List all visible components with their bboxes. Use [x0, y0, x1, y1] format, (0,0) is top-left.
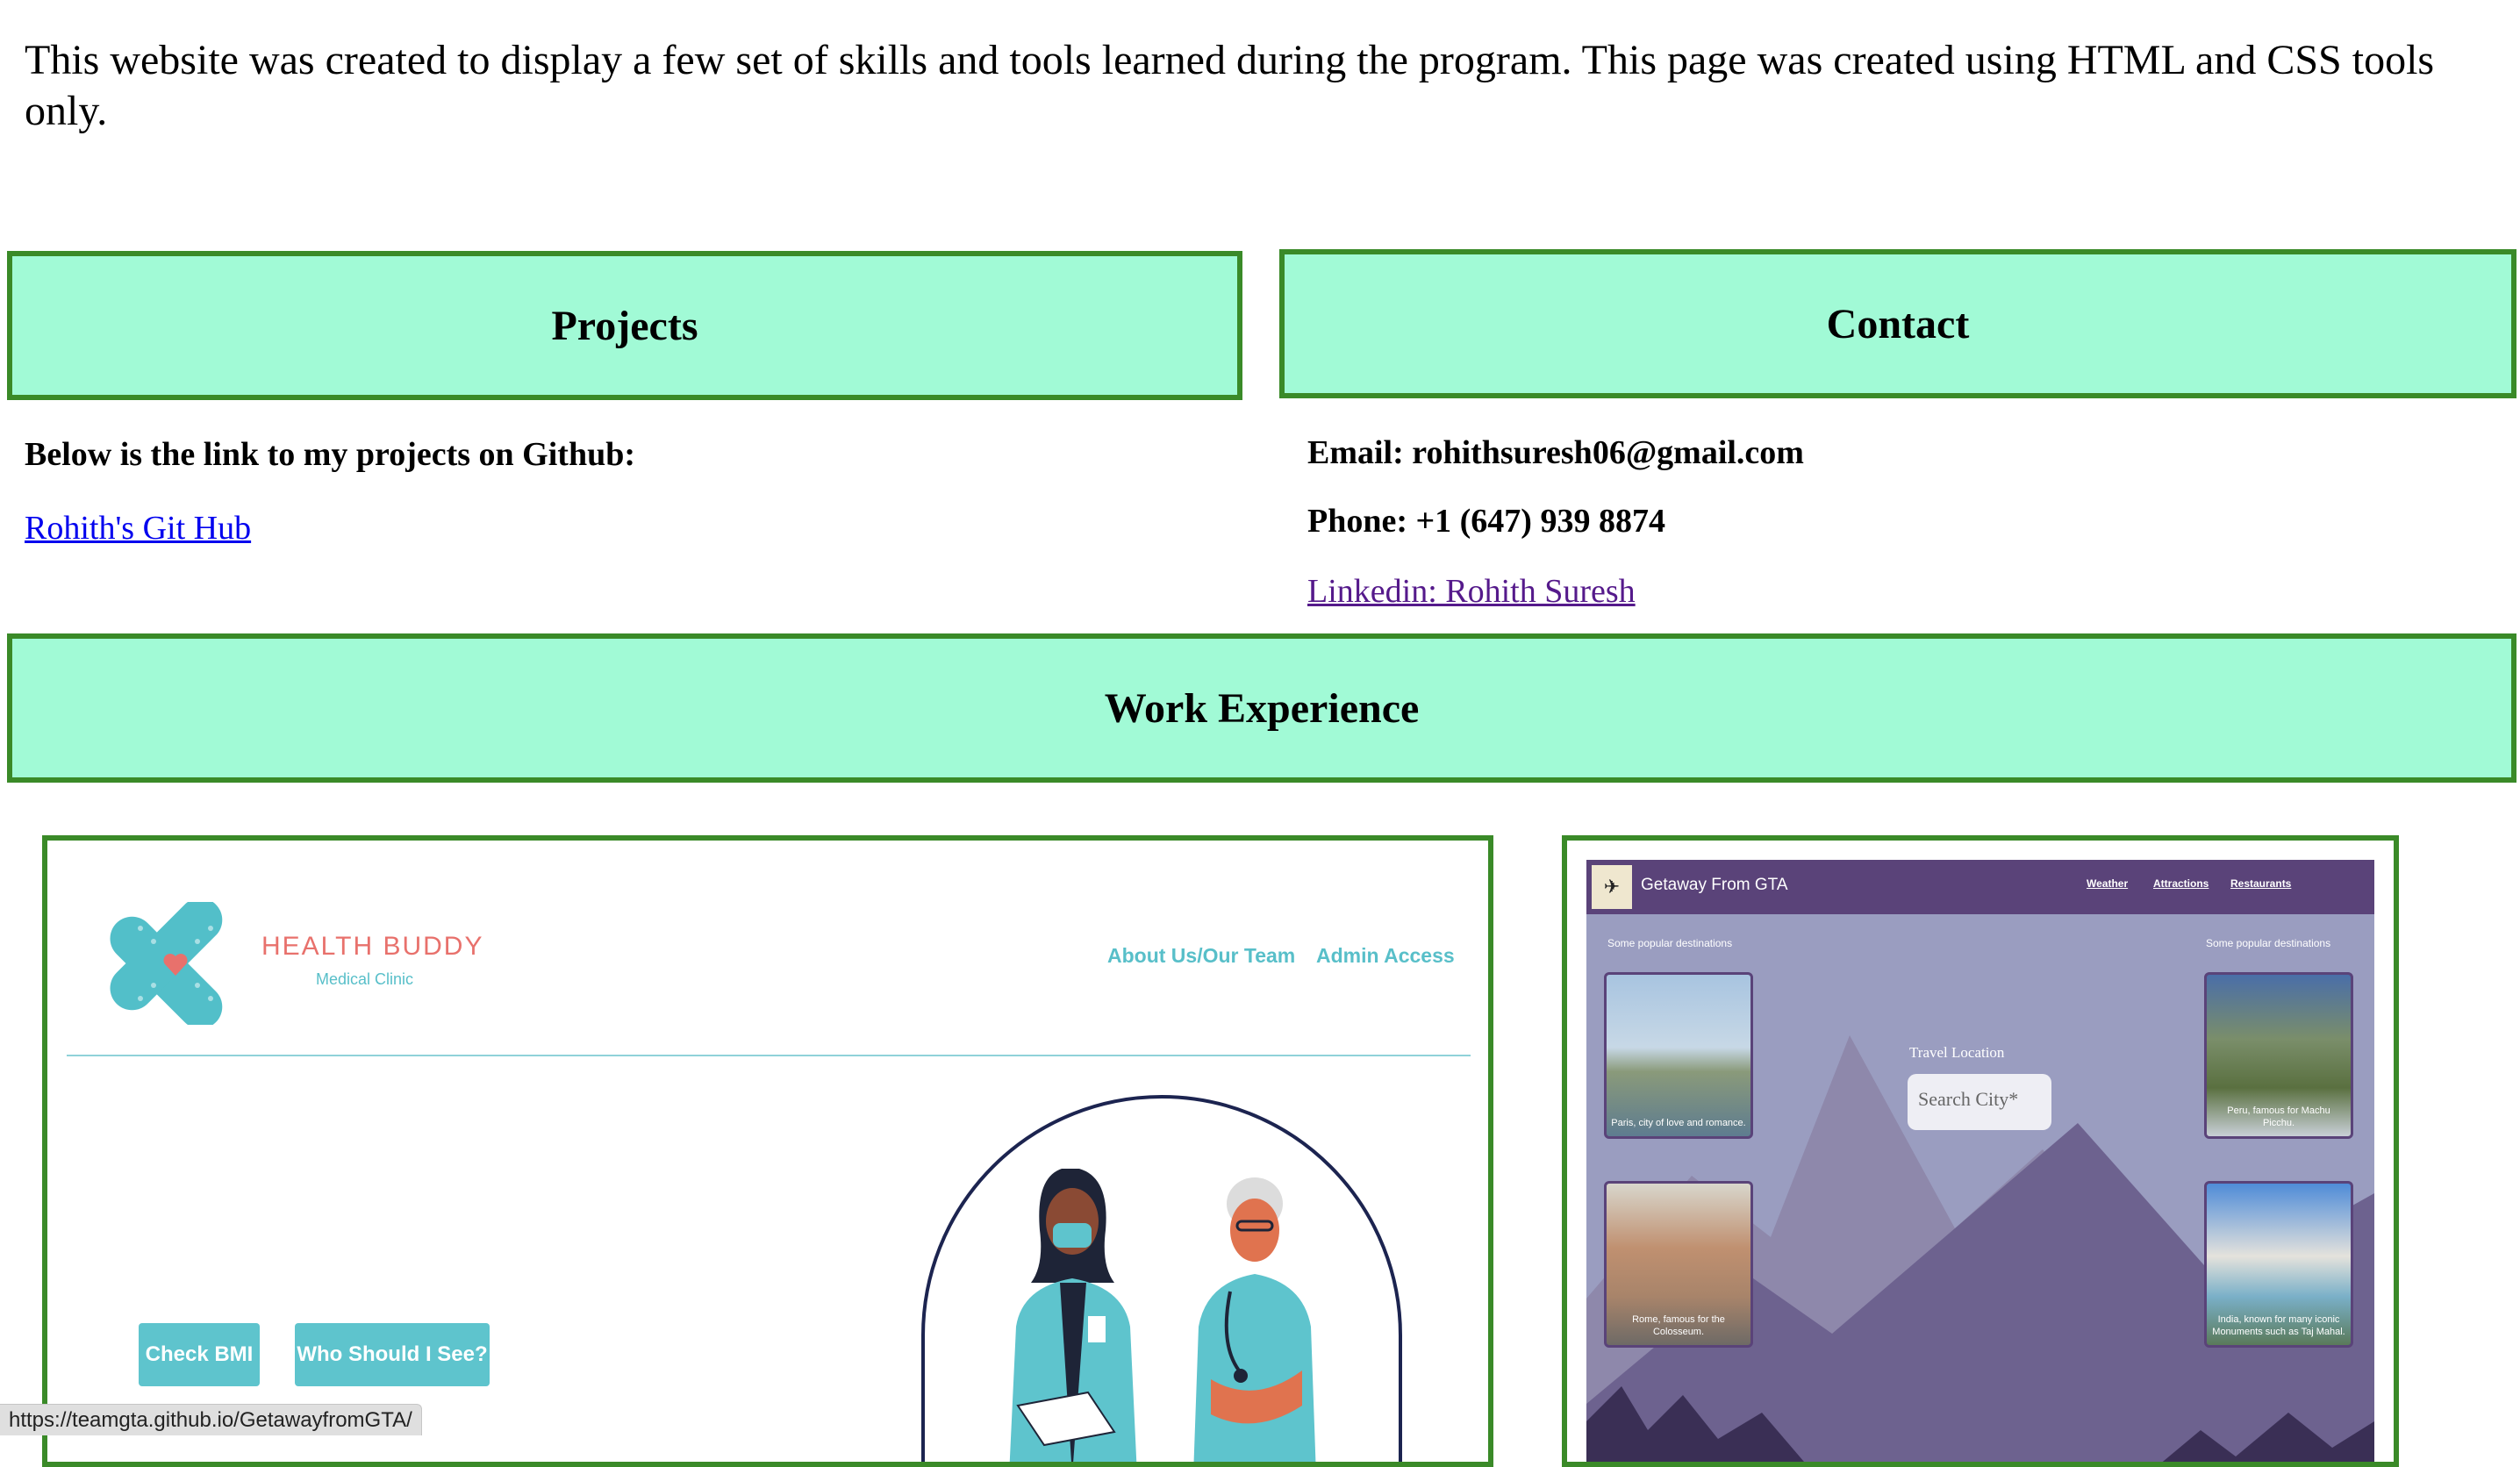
- paris-thumbnail: Paris, city of love and romance.: [1604, 972, 1753, 1139]
- gta-nav-attractions: Attractions: [2153, 877, 2209, 890]
- projects-description: Below is the link to my projects on Gith…: [25, 436, 636, 473]
- doctors-illustration: [921, 1095, 1402, 1462]
- rome-caption: Rome, famous for the Colosseum.: [1632, 1314, 1725, 1337]
- contact-phone: Phone: +1 (647) 939 8874: [1307, 503, 1665, 540]
- nav-about-us[interactable]: About Us/Our Team: [1107, 944, 1295, 968]
- popular-destinations-left: Some popular destinations: [1607, 937, 1733, 949]
- travel-location-label: Travel Location: [1909, 1044, 2005, 1061]
- github-link[interactable]: Rohith's Git Hub: [25, 509, 251, 547]
- search-city-input: Search City*: [1908, 1074, 2051, 1130]
- bird-logo-icon: ✈: [1592, 865, 1632, 909]
- gta-screenshot: ✈ Getaway From GTA Weather Attractions R…: [1586, 860, 2374, 1462]
- projects-header: Projects: [7, 251, 1242, 400]
- projects-heading: Projects: [551, 302, 698, 349]
- who-should-i-see-button[interactable]: Who Should I See?: [295, 1323, 490, 1386]
- contact-header: Contact: [1279, 249, 2516, 398]
- taj-mahal-caption: India, known for many iconic Monuments s…: [2212, 1314, 2345, 1337]
- gta-navbar: ✈ Getaway From GTA Weather Attractions R…: [1586, 860, 2374, 914]
- gta-title: Getaway From GTA: [1641, 876, 1788, 894]
- health-buddy-logo-icon: [110, 902, 223, 1025]
- rome-thumbnail: Rome, famous for the Colosseum.: [1604, 1181, 1753, 1348]
- gta-nav-restaurants: Restaurants: [2230, 877, 2292, 890]
- health-buddy-name: HEALTH BUDDY: [261, 932, 484, 961]
- contact-heading: Contact: [1826, 300, 1970, 347]
- status-bar-url: https://teamgta.github.io/GetawayfromGTA…: [0, 1404, 422, 1435]
- header-divider: [67, 1055, 1471, 1056]
- paris-caption: Paris, city of love and romance.: [1611, 1118, 1746, 1128]
- check-bmi-button[interactable]: Check BMI: [139, 1323, 260, 1386]
- intro-text: This website was created to display a fe…: [25, 37, 2435, 134]
- health-buddy-subtitle: Medical Clinic: [316, 970, 414, 988]
- taj-mahal-thumbnail: India, known for many iconic Monuments s…: [2204, 1181, 2353, 1348]
- getaway-from-gta-project-card[interactable]: ✈ Getaway From GTA Weather Attractions R…: [1562, 835, 2399, 1467]
- work-experience-header: Work Experience: [7, 633, 2516, 783]
- popular-destinations-right: Some popular destinations: [2206, 937, 2331, 949]
- nav-admin-access[interactable]: Admin Access: [1316, 944, 1455, 968]
- mountain-background: [1586, 860, 2374, 1462]
- health-buddy-project-card[interactable]: HEALTH BUDDY Medical Clinic About Us/Our…: [42, 835, 1493, 1467]
- work-experience-heading: Work Experience: [1104, 684, 1420, 732]
- contact-email: Email: rohithsuresh06@gmail.com: [1307, 434, 1804, 471]
- peru-caption: Peru, famous for Machu Picchu.: [2227, 1106, 2330, 1128]
- peru-thumbnail: Peru, famous for Machu Picchu.: [2204, 972, 2353, 1139]
- linkedin-link[interactable]: Linkedin: Rohith Suresh: [1307, 572, 1636, 611]
- gta-nav-weather: Weather: [2087, 877, 2129, 890]
